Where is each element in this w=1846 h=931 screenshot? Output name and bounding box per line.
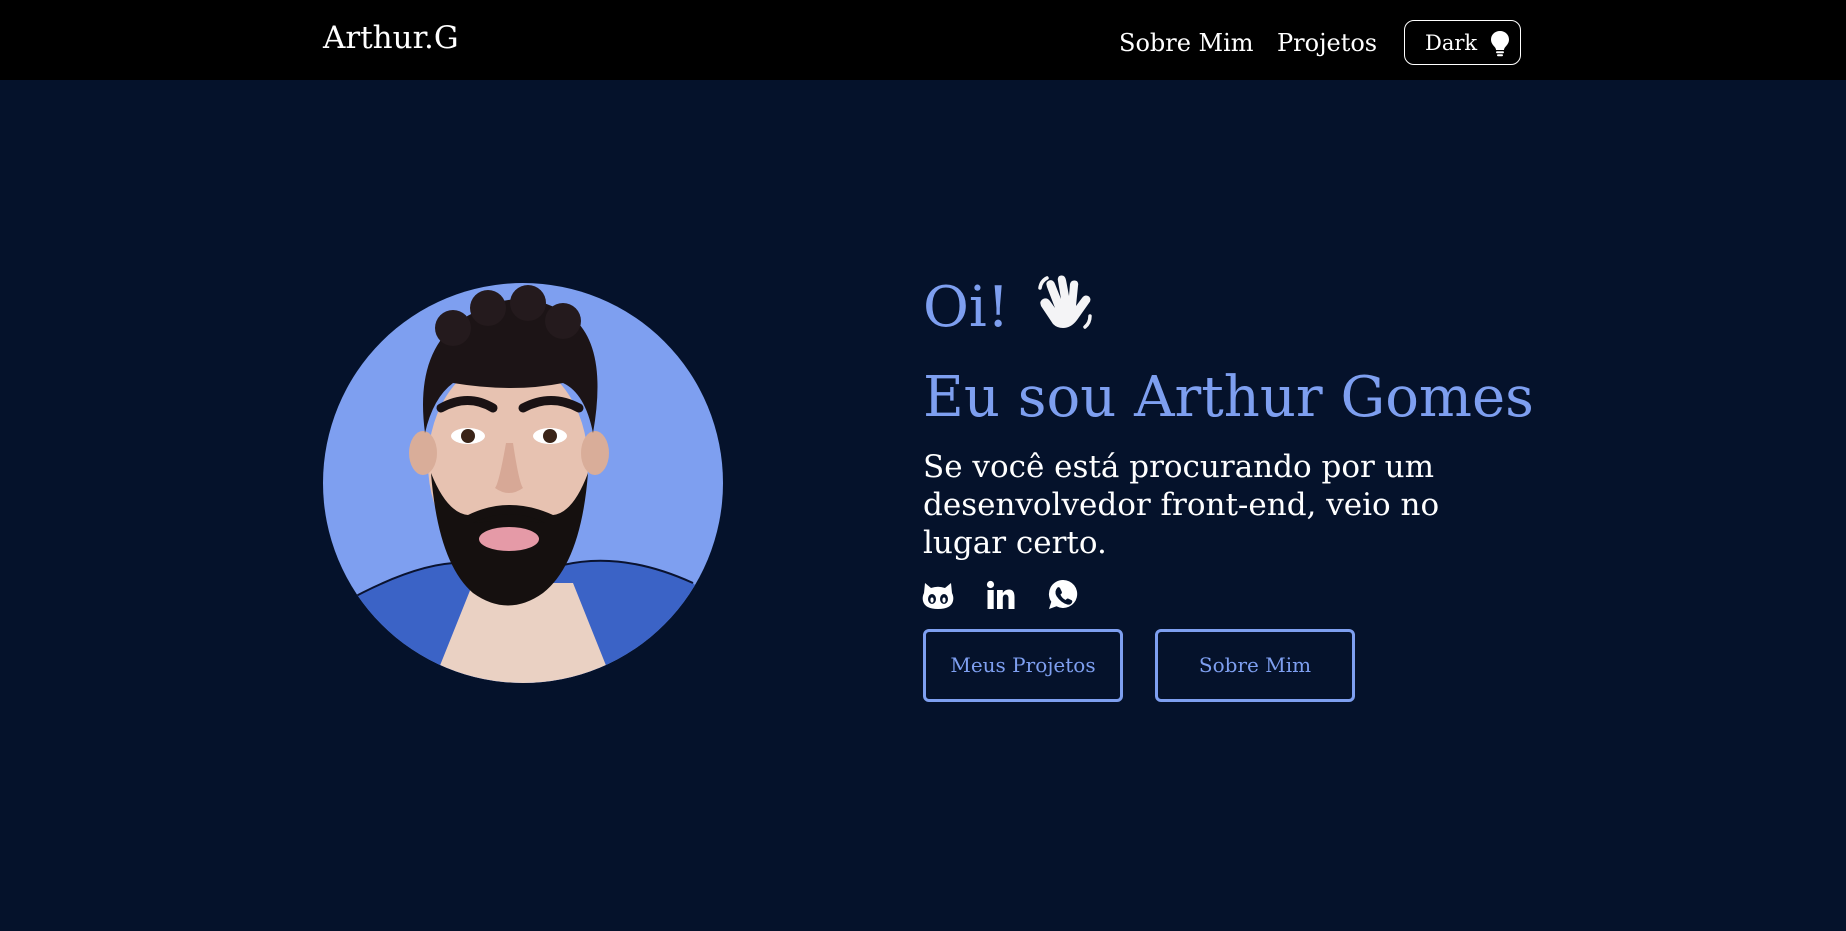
navbar: Arthur.G Sobre Mim Projetos Dark: [0, 0, 1846, 80]
site-logo[interactable]: Arthur.G: [323, 18, 459, 58]
lightbulb-icon: [1489, 30, 1511, 57]
whatsapp-icon[interactable]: [1046, 578, 1080, 612]
linkedin-icon[interactable]: [983, 578, 1017, 612]
hero-heading: Eu sou Arthur Gomes: [923, 365, 1534, 430]
nav-link-sobre-mim[interactable]: Sobre Mim: [1119, 26, 1254, 60]
nav-link-projetos[interactable]: Projetos: [1277, 26, 1377, 60]
hero-tagline: Se você está procurando por um desenvolv…: [923, 449, 1440, 561]
sobre-mim-button[interactable]: Sobre Mim: [1155, 629, 1355, 702]
profile-avatar: [323, 283, 723, 683]
theme-toggle-button[interactable]: Dark: [1404, 20, 1521, 65]
theme-toggle-label: Dark: [1425, 31, 1478, 55]
greeting-text: Oi!: [923, 275, 1010, 340]
waving-hand-icon: [1034, 270, 1098, 334]
meus-projetos-button[interactable]: Meus Projetos: [923, 629, 1123, 702]
github-icon[interactable]: [921, 578, 955, 612]
